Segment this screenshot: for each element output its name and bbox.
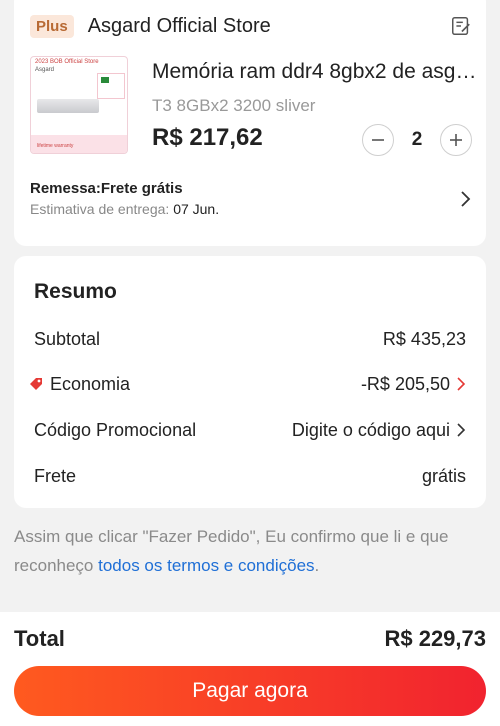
chevron-right-icon[interactable] xyxy=(458,190,472,208)
decrease-quantity-button[interactable] xyxy=(362,124,394,156)
chevron-right-icon xyxy=(457,423,466,437)
quantity-value[interactable]: 2 xyxy=(394,129,440,151)
thumb-warranty: lifetime warranty xyxy=(37,143,74,149)
increase-quantity-button[interactable] xyxy=(440,124,472,156)
shipping-cost-row: Frete grátis xyxy=(34,461,466,491)
thumb-flag xyxy=(97,73,125,99)
summary-card: Resumo Subtotal R$ 435,23 Economia -R$ 2… xyxy=(14,256,486,508)
order-item-card: Plus Asgard Official Store 2023 BOB Offi… xyxy=(14,0,486,246)
shipping-cost-value: grátis xyxy=(421,465,466,486)
thumb-banner-text: 2023 BOB Official Store xyxy=(35,59,99,65)
savings-label: Economia xyxy=(50,373,131,394)
minus-icon xyxy=(372,139,384,141)
subtotal-row: Subtotal R$ 435,23 xyxy=(34,324,466,354)
store-header[interactable]: Plus Asgard Official Store xyxy=(30,10,472,42)
promo-code-row[interactable]: Código Promocional Digite o código aqui xyxy=(34,415,466,445)
product-variant[interactable]: T3 8GBx2 3200 sliver xyxy=(152,96,315,116)
terms-suffix: . xyxy=(314,556,320,575)
edit-note-icon[interactable] xyxy=(450,15,472,37)
delivery-date: 07 Jun. xyxy=(173,201,220,217)
product-price: R$ 217,62 xyxy=(152,124,263,151)
total-label: Total xyxy=(14,626,65,651)
promo-code-placeholder[interactable]: Digite o código aqui xyxy=(292,420,450,441)
store-name[interactable]: Asgard Official Store xyxy=(88,15,271,38)
chevron-right-icon xyxy=(457,377,466,391)
total-value: R$ 229,73 xyxy=(384,626,486,651)
thumb-ram-stick xyxy=(37,99,99,113)
terms-link[interactable]: todos os termos e condições xyxy=(98,556,314,575)
product-title[interactable]: Memória ram ddr4 8gbx2 de asgard xyxy=(152,60,482,84)
plus-icon xyxy=(450,134,462,146)
delivery-estimate-label: Estimativa de entrega: xyxy=(30,201,174,217)
quantity-stepper: 2 xyxy=(362,124,472,156)
subtotal-value: R$ 435,23 xyxy=(382,328,466,349)
total-row: Total R$ 229,73 xyxy=(14,626,486,652)
savings-label-group: Economia xyxy=(30,373,131,395)
shipping-title: Remessa:Frete grátis xyxy=(30,180,183,197)
shipping-cost-label: Frete xyxy=(34,465,77,486)
product-thumbnail[interactable]: 2023 BOB Official Store Asgard lifetime … xyxy=(30,56,128,154)
summary-title: Resumo xyxy=(34,280,117,303)
product-row: 2023 BOB Official Store Asgard lifetime … xyxy=(30,56,482,156)
plus-badge: Plus xyxy=(30,14,74,38)
savings-value-group[interactable]: -R$ 205,50 xyxy=(361,374,466,395)
promo-code-input-group[interactable]: Digite o código aqui xyxy=(292,420,466,441)
discount-tag-icon xyxy=(30,378,42,390)
savings-value: -R$ 205,50 xyxy=(360,373,450,394)
promo-code-label: Código Promocional xyxy=(34,419,197,440)
pay-now-button[interactable]: Pagar agora xyxy=(14,666,486,716)
thumb-brand: Asgard xyxy=(35,67,55,73)
subtotal-label: Subtotal xyxy=(34,328,101,349)
delivery-estimate: Estimativa de entrega: 07 Jun. xyxy=(30,201,472,217)
checkout-footer: Total R$ 229,73 Pagar agora xyxy=(0,612,500,726)
savings-row[interactable]: Economia -R$ 205,50 xyxy=(30,369,466,399)
shipping-row[interactable]: Remessa:Frete grátis Estimativa de entre… xyxy=(30,180,472,224)
terms-notice: Assim que clicar "Fazer Pedido", Eu conf… xyxy=(14,522,486,580)
